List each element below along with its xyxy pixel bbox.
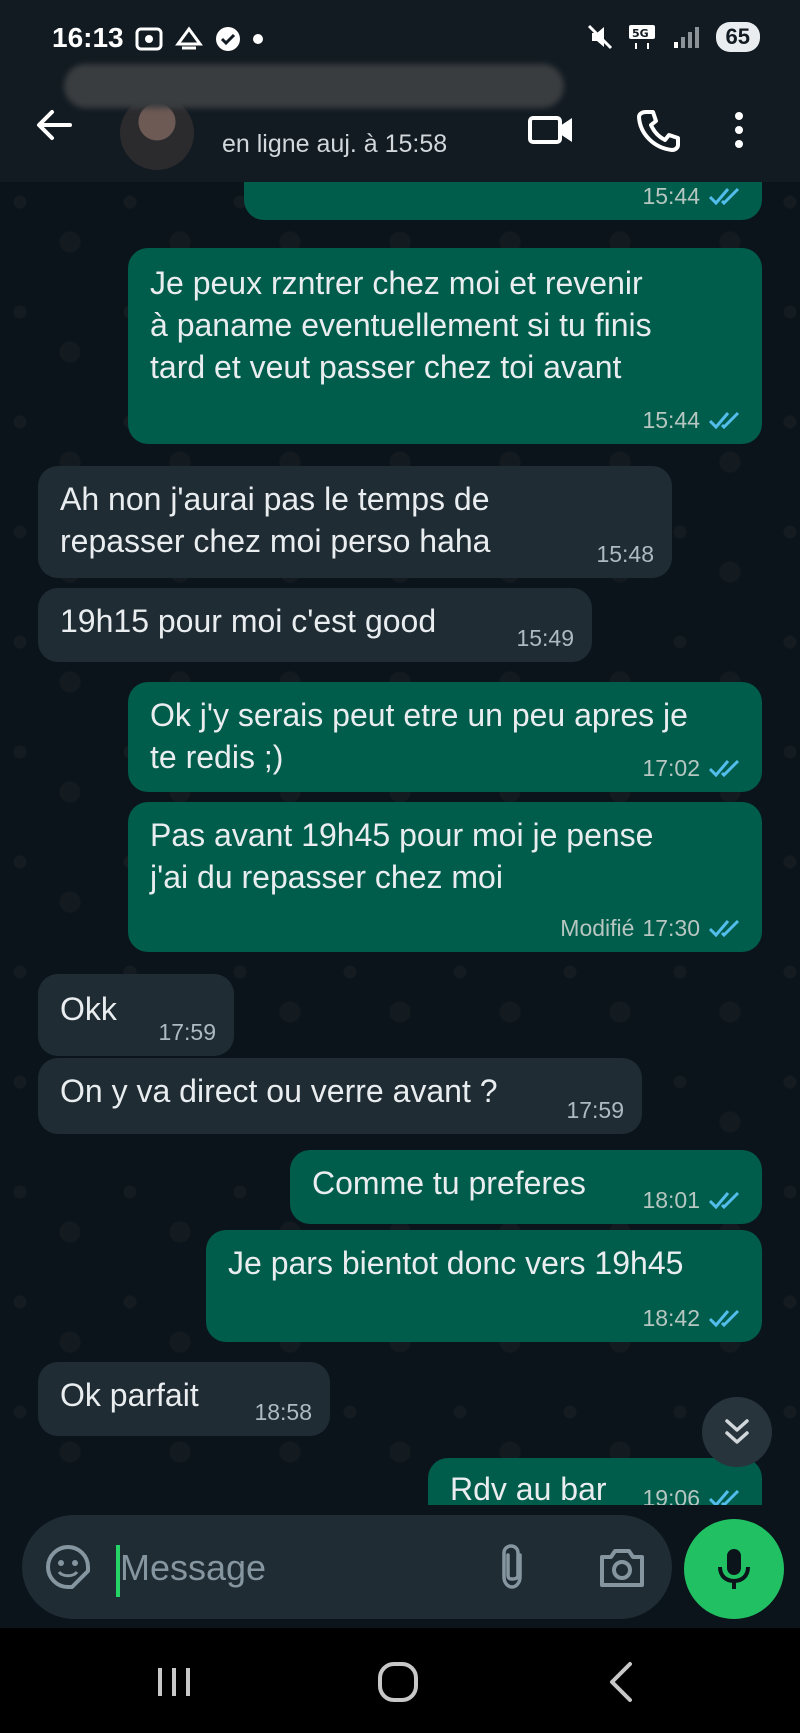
app-notification-icon <box>175 26 203 50</box>
last-seen-status: en ligne auj. à 15:58 <box>222 130 448 158</box>
message-time: 15:49 <box>516 625 574 651</box>
home-icon[interactable] <box>368 1658 428 1706</box>
message-bubble-outgoing[interactable]: Je pars bientot donc vers 19h45 18:42 <box>206 1230 762 1342</box>
read-ticks-icon <box>708 1489 740 1505</box>
back-arrow-icon[interactable] <box>30 100 80 150</box>
read-ticks-icon <box>708 1191 740 1210</box>
signal-icon <box>673 27 699 48</box>
scroll-to-bottom-button[interactable] <box>702 1397 772 1467</box>
message-text: Je pars bientot donc vers 19h45 <box>228 1245 684 1281</box>
read-ticks-icon <box>708 1309 740 1328</box>
attachment-icon[interactable] <box>490 1541 538 1593</box>
message-placeholder: Message <box>120 1547 267 1588</box>
message-bubble-incoming[interactable]: 19h15 pour moi c'est good 15:49 <box>38 588 592 662</box>
message-time: 15:44 <box>642 407 700 433</box>
message-time: 17:59 <box>158 1019 216 1045</box>
microphone-icon <box>718 1549 750 1589</box>
message-time: 18:01 <box>642 1187 700 1213</box>
read-ticks-icon <box>708 187 740 206</box>
read-ticks-icon <box>708 919 740 938</box>
message-text: Pas avant 19h45 pour moi je pense j'ai d… <box>150 817 654 895</box>
message-bubble-outgoing[interactable]: Rdv au bar 19:06 <box>428 1458 762 1505</box>
status-time: 16:13 <box>52 22 124 53</box>
battery-indicator: 65 <box>715 22 760 52</box>
message-bubble-outgoing[interactable]: Comme tu preferes 18:01 <box>290 1150 762 1224</box>
message-time: 15:48 <box>596 541 654 567</box>
chat-header: en ligne auj. à 15:58 <box>0 64 800 182</box>
message-time: 18:58 <box>254 1399 312 1425</box>
5g-icon: 5G <box>628 25 655 49</box>
system-navigation-bar <box>0 1628 800 1733</box>
message-time: 18:42 <box>642 1305 700 1331</box>
message-bubble-incoming[interactable]: Ok parfait 18:58 <box>38 1362 330 1436</box>
back-icon[interactable] <box>592 1658 652 1706</box>
message-bubble-outgoing[interactable]: Je peux rzntrer chez moi et revenir à pa… <box>128 248 762 444</box>
edited-label: Modifié <box>560 915 635 941</box>
message-text: On y va direct ou verre avant ? <box>60 1073 498 1109</box>
dot-icon <box>253 34 263 44</box>
message-time: 19:06 <box>642 1485 700 1505</box>
message-bubble-incoming[interactable]: Okk 17:59 <box>38 974 234 1056</box>
message-list[interactable]: 15:44 Je peux rzntrer chez moi et reveni… <box>0 182 800 1505</box>
message-time: 17:02 <box>642 755 700 781</box>
message-text: Je peux rzntrer chez moi et revenir à pa… <box>150 265 652 385</box>
camera-icon[interactable] <box>596 1543 648 1591</box>
message-bubble-incoming[interactable]: Ah non j'aurai pas le temps de repasser … <box>38 466 672 578</box>
message-bubble-outgoing[interactable]: Ok j'y serais peut etre un peu apres je … <box>128 682 762 792</box>
message-time: 17:59 <box>566 1097 624 1123</box>
message-time: 15:44 <box>642 183 700 209</box>
message-composer: Message <box>0 1505 800 1628</box>
more-options-icon[interactable] <box>724 104 754 156</box>
svg-text:5G: 5G <box>632 27 649 40</box>
verified-icon <box>216 27 240 51</box>
message-input[interactable]: Message <box>22 1515 672 1619</box>
message-bubble-incoming[interactable]: On y va direct ou verre avant ? 17:59 <box>38 1058 642 1134</box>
read-ticks-icon <box>708 759 740 778</box>
screenshot-icon <box>135 27 163 51</box>
video-call-icon[interactable] <box>526 104 578 156</box>
message-bubble-outgoing[interactable]: 15:44 <box>244 182 762 220</box>
read-ticks-icon <box>708 411 740 430</box>
message-time: 17:30 <box>642 915 700 941</box>
message-text: Ah non j'aurai pas le temps de repasser … <box>60 481 491 559</box>
contact-name-redacted[interactable] <box>64 64 564 108</box>
message-text: 19h15 pour moi c'est good <box>60 603 437 639</box>
message-bubble-outgoing[interactable]: Pas avant 19h45 pour moi je pense j'ai d… <box>128 802 762 952</box>
recent-apps-icon[interactable] <box>144 1658 204 1706</box>
voice-message-button[interactable] <box>684 1519 784 1619</box>
voice-call-icon[interactable] <box>632 104 684 156</box>
mute-icon <box>587 24 612 50</box>
double-chevron-down-icon <box>725 1419 749 1444</box>
sticker-emoji-icon[interactable] <box>42 1541 94 1593</box>
